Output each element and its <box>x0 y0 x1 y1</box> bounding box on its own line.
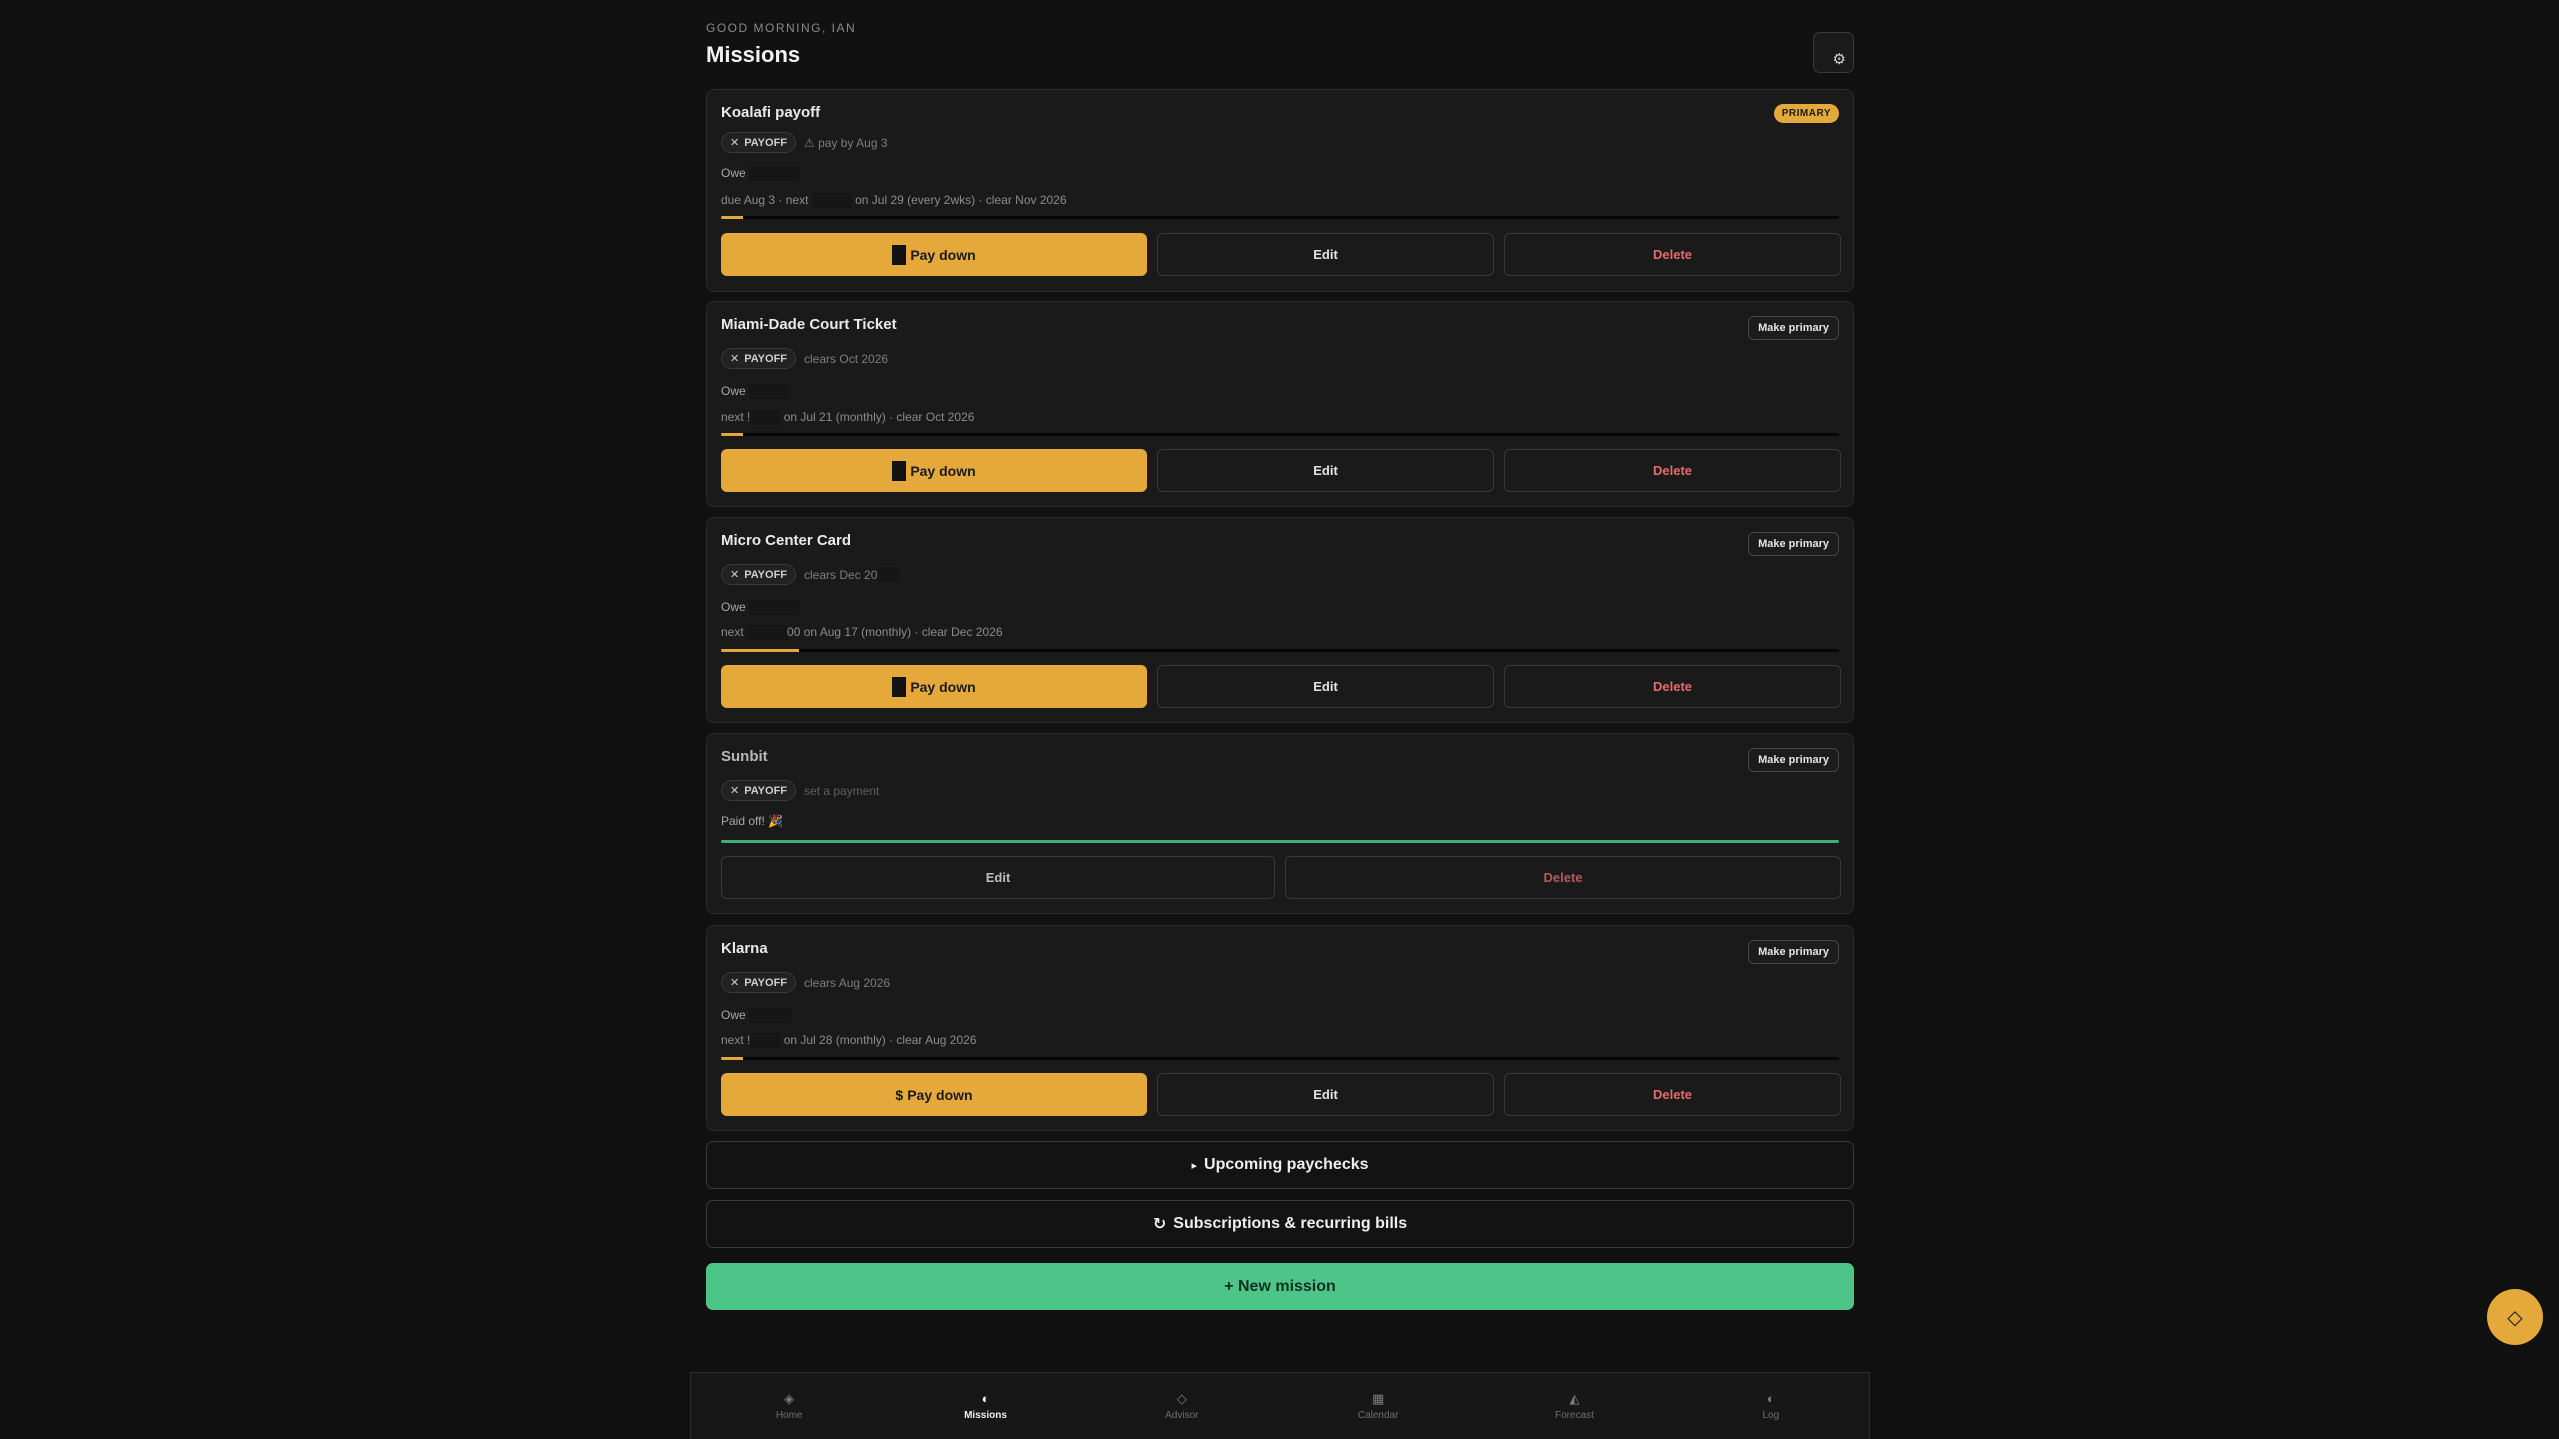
mission-card-miami-dade: Miami-Dade Court Ticket Make primary ✕ PA… <box>706 301 1854 507</box>
owe-amount: Owe <box>721 1008 792 1024</box>
make-primary-button[interactable]: Make primary <box>1748 748 1839 772</box>
bottom-nav: ◈ Home ◐ Missions ◇ Advisor ▦ Calendar ◭ Fore… <box>690 1372 1870 1439</box>
pay-down-button[interactable]: $ Pay down <box>721 1073 1147 1116</box>
gear-icon: ⚙ <box>1832 51 1846 68</box>
nav-home[interactable]: ◈ Home <box>691 1373 887 1439</box>
payoff-tag: ✕ PAYOFF <box>721 780 797 801</box>
log-icon: ◐ <box>1766 1390 1775 1406</box>
progress-bar <box>721 1057 1839 1060</box>
payoff-tag: ✕ PAYOFF <box>721 348 797 369</box>
delete-button[interactable]: Delete <box>1504 665 1841 708</box>
pay-down-button[interactable]: Pay down <box>721 233 1147 276</box>
tag-note: clears Oct 2026 <box>804 351 889 366</box>
progress-bar <box>721 840 1839 843</box>
mission-card-sunbit: Sunbit Make primary ✕ PAYOFF set a paymen… <box>706 733 1854 914</box>
money-icon <box>892 676 907 697</box>
close-icon: ✕ <box>730 137 740 149</box>
nav-forecast[interactable]: ◭ Forecast <box>1476 1373 1672 1439</box>
money-icon <box>892 460 907 481</box>
payment-schedule: next 00 on Aug 17 (monthly) · clear Dec … <box>721 625 1003 641</box>
subscriptions-toggle[interactable]: ↻ Subscriptions & recurring bills <box>706 1200 1854 1248</box>
primary-badge: PRIMARY <box>1773 104 1839 123</box>
make-primary-button[interactable]: Make primary <box>1748 532 1839 556</box>
close-icon: ✕ <box>730 785 740 797</box>
close-icon: ✕ <box>730 353 740 365</box>
pay-down-button[interactable]: Pay down <box>721 449 1147 492</box>
refresh-icon: ↻ <box>1152 1216 1167 1233</box>
mission-card-klarna: Klarna Make primary ✕ PAYOFF clears Aug 2… <box>706 925 1854 1131</box>
make-primary-button[interactable]: Make primary <box>1748 940 1839 964</box>
owe-amount: Owe <box>721 166 800 182</box>
owe-amount: Owe <box>721 600 800 616</box>
nav-calendar[interactable]: ▦ Calendar <box>1280 1373 1476 1439</box>
progress-bar <box>721 433 1839 436</box>
payoff-tag: ✕ PAYOFF <box>721 564 797 585</box>
mission-name: Klarna <box>721 940 768 957</box>
make-primary-button[interactable]: Make primary <box>1748 316 1839 340</box>
mission-card-micro-center: Micro Center Card Make primary ✕ PAYOFF c… <box>706 517 1854 723</box>
payment-schedule: next ! on Jul 28 (monthly) · clear Aug 2… <box>721 1033 977 1049</box>
settings-button[interactable]: ⚙ <box>1813 32 1854 73</box>
nav-missions[interactable]: ◐ Missions <box>887 1373 1083 1439</box>
advisor-icon: ◇ <box>1176 1390 1187 1406</box>
pay-down-button[interactable]: Pay down <box>721 665 1147 708</box>
payoff-tag: ✕ PAYOFF <box>721 132 797 153</box>
greeting-text: GOOD MORNING, IAN <box>706 21 857 35</box>
mission-name: Sunbit <box>721 748 768 765</box>
progress-bar <box>721 216 1839 219</box>
payment-schedule: next ! on Jul 21 (monthly) · clear Oct 2… <box>721 410 975 426</box>
tag-note: clears Aug 2026 <box>804 975 891 990</box>
paid-off-text: Paid off! 🎉 <box>721 814 784 828</box>
delete-button[interactable]: Delete <box>1285 856 1841 899</box>
edit-button[interactable]: Edit <box>1157 449 1494 492</box>
mission-name: Micro Center Card <box>721 532 852 549</box>
delete-button[interactable]: Delete <box>1504 449 1841 492</box>
mission-name: Miami-Dade Court Ticket <box>721 316 897 333</box>
tag-note: set a payment <box>804 783 880 798</box>
nav-log[interactable]: ◐ Log <box>1673 1373 1869 1439</box>
edit-button[interactable]: Edit <box>721 856 1275 899</box>
forecast-icon: ◭ <box>1569 1390 1580 1406</box>
delete-button[interactable]: Delete <box>1504 233 1841 276</box>
edit-button[interactable]: Edit <box>1157 1073 1494 1116</box>
edit-button[interactable]: Edit <box>1157 233 1494 276</box>
delete-button[interactable]: Delete <box>1504 1073 1841 1116</box>
page-title: Missions <box>706 42 801 67</box>
mission-card-koalafi: Koalafi payoff PRIMARY ✕ PAYOFF ⚠ pay by … <box>706 89 1854 292</box>
calendar-icon: ▦ <box>1372 1390 1385 1406</box>
owe-amount: Owe <box>721 384 790 400</box>
diamond-icon: ◇ <box>2507 1306 2523 1329</box>
tag-note: ⚠ pay by Aug 3 <box>804 135 888 150</box>
triangle-right-icon: ▸ <box>1191 1159 1198 1172</box>
new-mission-button[interactable]: + New mission <box>706 1263 1854 1310</box>
mission-name: Koalafi payoff <box>721 104 821 121</box>
home-icon: ◈ <box>784 1390 795 1406</box>
nav-advisor[interactable]: ◇ Advisor <box>1084 1373 1280 1439</box>
dollar-icon: $ <box>895 1086 904 1103</box>
missions-icon: ◐ <box>981 1390 990 1406</box>
close-icon: ✕ <box>730 977 740 989</box>
upcoming-paychecks-toggle[interactable]: ▸ Upcoming paychecks <box>706 1141 1854 1189</box>
tag-note: clears Dec 20 <box>804 567 878 582</box>
progress-bar <box>721 649 1839 652</box>
edit-button[interactable]: Edit <box>1157 665 1494 708</box>
payoff-tag: ✕ PAYOFF <box>721 972 797 993</box>
advisor-fab[interactable]: ◇ <box>2487 1289 2543 1345</box>
money-icon <box>892 244 907 265</box>
payment-schedule: due Aug 3 · next on Jul 29 (every 2wks) … <box>721 193 1067 209</box>
close-icon: ✕ <box>730 569 740 581</box>
